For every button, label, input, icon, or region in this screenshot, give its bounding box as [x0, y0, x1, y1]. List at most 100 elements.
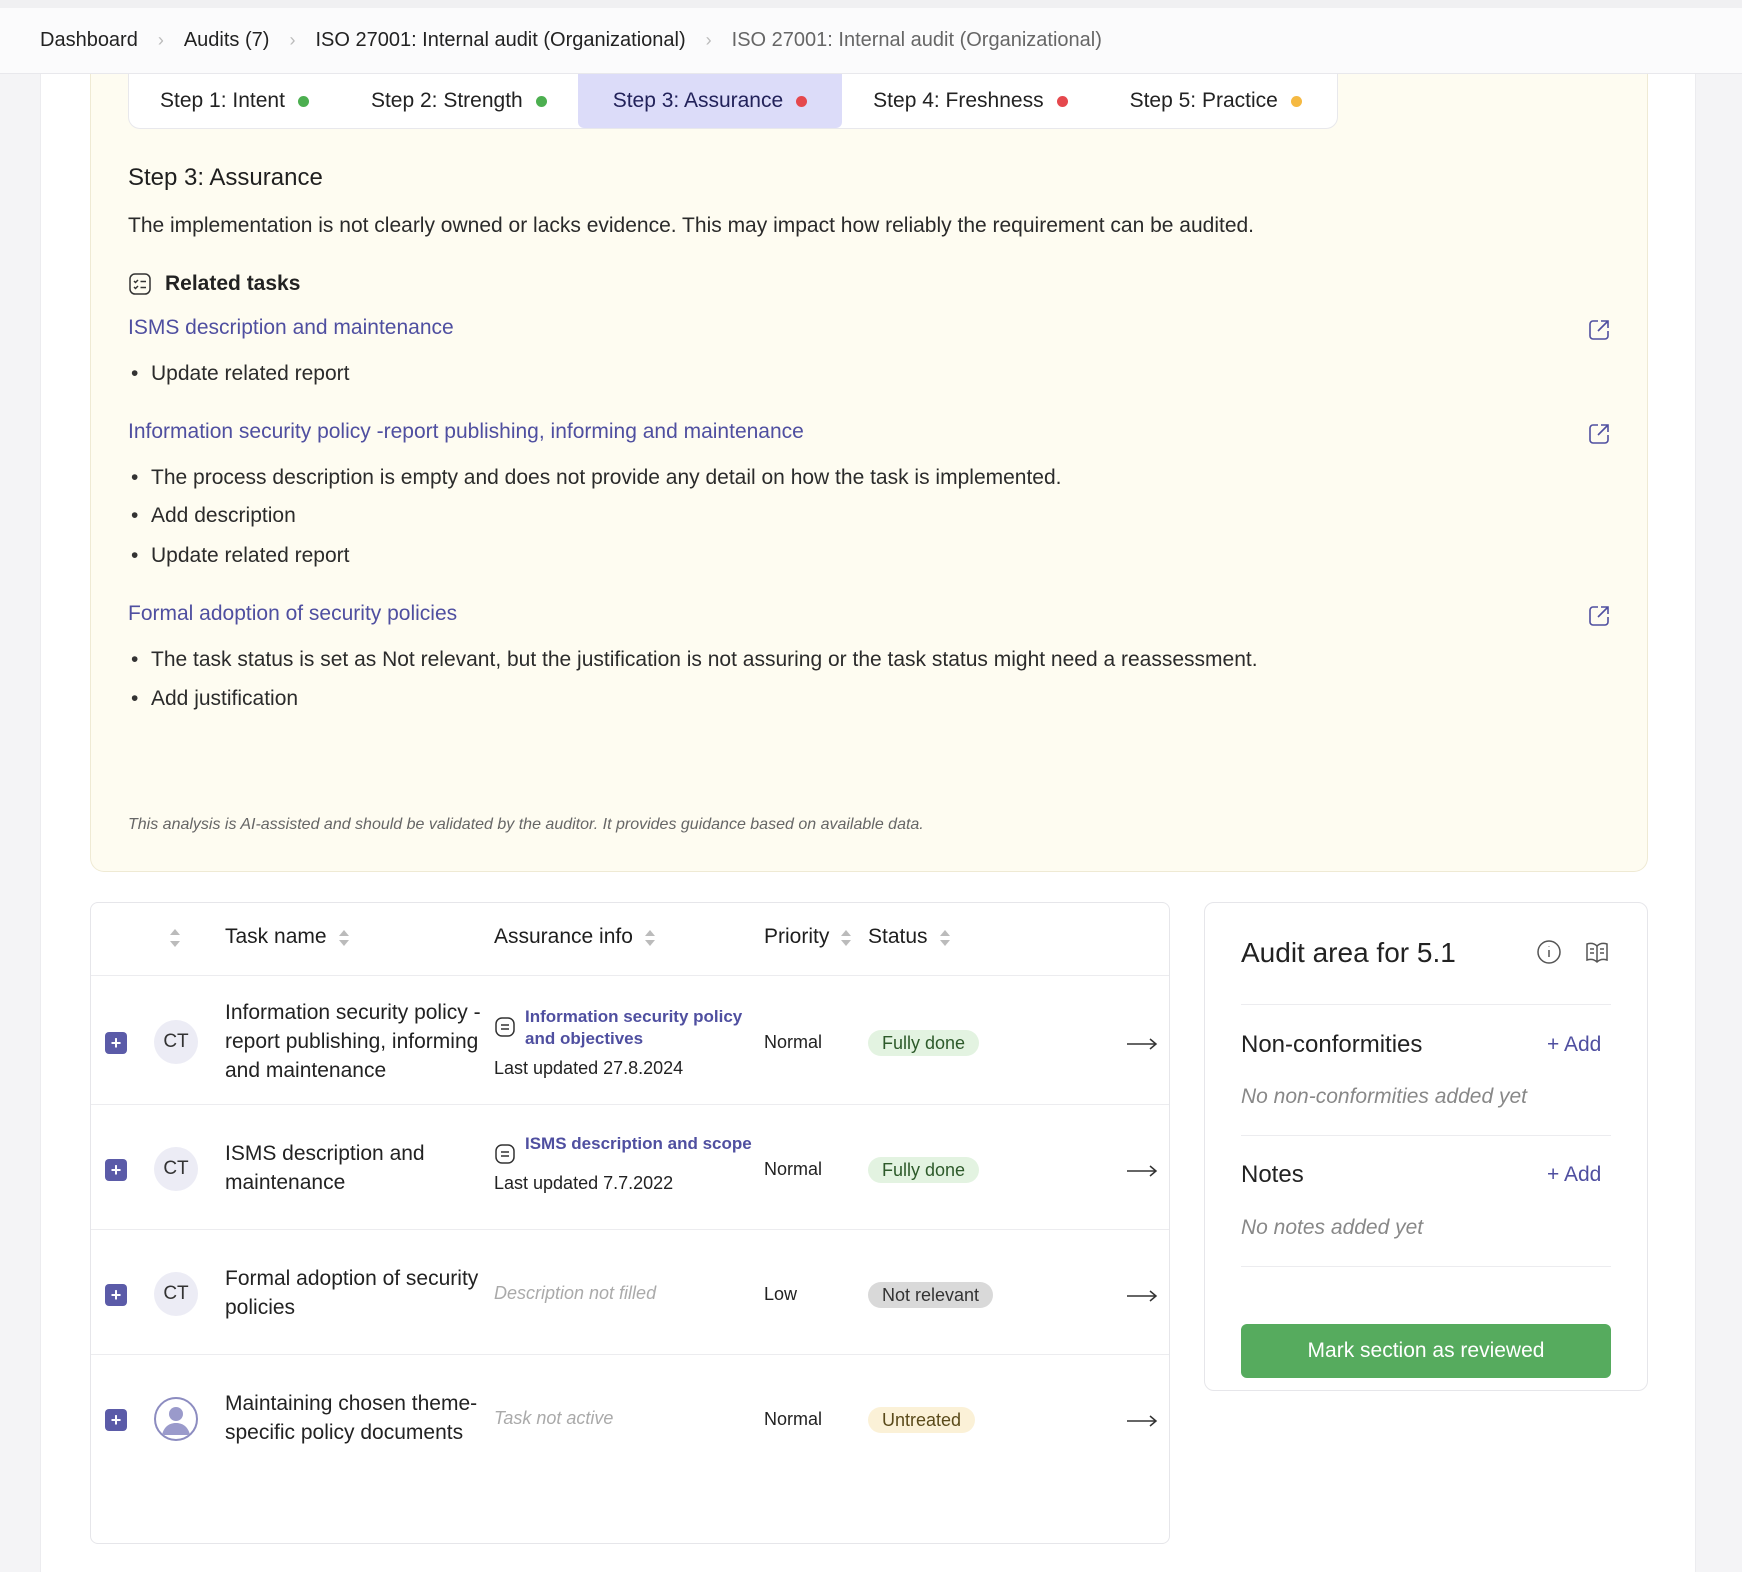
breadcrumb-audits[interactable]: Audits (7): [184, 29, 270, 52]
tab-label: Step 1: Intent: [160, 89, 285, 112]
expand-button[interactable]: +: [105, 1409, 127, 1431]
expand-button[interactable]: +: [105, 1284, 127, 1306]
task-name: ISMS description and maintenance: [225, 1142, 425, 1194]
header-label: Status: [868, 925, 928, 948]
audit-area-title: Audit area for 5.1: [1241, 937, 1456, 968]
tab-step-1[interactable]: Step 1: Intent: [129, 74, 340, 128]
info-icon[interactable]: [1536, 939, 1562, 965]
external-link-icon[interactable]: [1587, 318, 1611, 342]
task-finding: Update related report: [137, 362, 349, 386]
add-note-button[interactable]: + Add: [1547, 1163, 1601, 1187]
priority: Low: [764, 1284, 798, 1304]
analysis-panel: Step 1: Intent Step 2: Strength Step 3: …: [90, 74, 1648, 872]
status-dot: [1056, 95, 1068, 107]
tab-step-3[interactable]: Step 3: Assurance: [577, 74, 843, 128]
status-dot: [535, 95, 547, 107]
priority: Normal: [764, 1032, 823, 1052]
avatar: CT: [154, 1272, 198, 1316]
status-dot: [1290, 95, 1302, 107]
tab-step-5[interactable]: Step 5: Practice: [1099, 74, 1333, 128]
header-label: Task name: [225, 925, 327, 948]
document-link[interactable]: ISMS description and scope: [525, 1133, 752, 1155]
task-name: Information security policy -report publ…: [225, 1001, 481, 1082]
related-tasks-label: Related tasks: [165, 272, 301, 295]
checklist-icon: [129, 273, 151, 295]
task-name: Formal adoption of security policies: [225, 1267, 479, 1319]
sort-icon: [338, 930, 349, 946]
chevron-right-icon: ›: [705, 30, 712, 50]
ai-disclaimer: This analysis is AI-assisted and should …: [128, 816, 924, 833]
divider: [91, 1104, 1169, 1105]
header-task-name[interactable]: Task name: [225, 925, 351, 949]
assurance-empty: Description not filled: [494, 1283, 657, 1303]
related-task-link[interactable]: ISMS description and maintenance: [128, 316, 454, 340]
related-tasks-heading: Related tasks: [128, 272, 300, 296]
document-icon: [495, 1017, 515, 1037]
step-tabs: Step 1: Intent Step 2: Strength Step 3: …: [128, 74, 1338, 129]
divider: [1241, 1266, 1611, 1267]
related-task-link[interactable]: Formal adoption of security policies: [128, 602, 457, 626]
header-assurance-info[interactable]: Assurance info: [494, 925, 657, 949]
tab-label: Step 4: Freshness: [873, 89, 1044, 112]
breadcrumb-dashboard[interactable]: Dashboard: [40, 29, 138, 52]
notes-heading: Notes: [1241, 1161, 1304, 1188]
tab-label: Step 5: Practice: [1129, 89, 1278, 112]
task-finding: Add description: [137, 504, 296, 528]
divider: [1241, 1135, 1611, 1136]
notes-empty: No notes added yet: [1241, 1216, 1424, 1239]
arrow-right-icon[interactable]: [1126, 1289, 1158, 1303]
breadcrumb: Dashboard › Audits (7) › ISO 27001: Inte…: [0, 0, 1742, 74]
breadcrumb-audit[interactable]: ISO 27001: Internal audit (Organizationa…: [315, 29, 685, 52]
analysis-title: Step 3: Assurance: [128, 164, 323, 191]
external-link-icon[interactable]: [1587, 422, 1611, 446]
chevron-right-icon: ›: [157, 30, 164, 50]
assurance-empty: Task not active: [494, 1408, 614, 1428]
tasks-table: Task name Assurance info Priority Status…: [90, 902, 1170, 1544]
analysis-description: The implementation is not clearly owned …: [128, 214, 1255, 237]
tab-label: Step 2: Strength: [370, 89, 523, 112]
header-status[interactable]: Status: [868, 925, 952, 949]
last-updated: Last updated 27.8.2024: [494, 1058, 684, 1078]
status-badge: Not relevant: [868, 1282, 994, 1308]
divider: [1241, 1004, 1611, 1005]
priority: Normal: [764, 1159, 823, 1179]
sort-icon: [939, 930, 950, 946]
avatar: [154, 1397, 198, 1441]
task-finding: Add justification: [137, 687, 298, 711]
status-dot: [796, 95, 808, 107]
breadcrumb-current: ISO 27001: Internal audit (Organizationa…: [731, 29, 1102, 51]
status-badge: Fully done: [868, 1030, 980, 1056]
expand-button[interactable]: +: [105, 1032, 127, 1054]
main-content: Step 1: Intent Step 2: Strength Step 3: …: [40, 74, 1696, 1572]
avatar: CT: [154, 1147, 198, 1191]
arrow-right-icon[interactable]: [1126, 1164, 1158, 1178]
sort-icon: [841, 930, 852, 946]
expand-button[interactable]: +: [105, 1159, 127, 1181]
document-icon: [495, 1144, 515, 1164]
sort-icon[interactable]: [168, 927, 182, 949]
task-finding: The task status is set as Not relevant, …: [137, 648, 1258, 672]
header-priority[interactable]: Priority: [764, 925, 853, 949]
tab-step-4[interactable]: Step 4: Freshness: [842, 74, 1098, 128]
status-dot: [297, 95, 309, 107]
audit-area-panel: Audit area for 5.1 Non-conformities + Ad…: [1204, 902, 1648, 1391]
tab-step-2[interactable]: Step 2: Strength: [340, 74, 578, 128]
sort-icon: [644, 930, 655, 946]
arrow-right-icon[interactable]: [1126, 1037, 1158, 1051]
mark-reviewed-button[interactable]: Mark section as reviewed: [1241, 1324, 1611, 1378]
arrow-right-icon[interactable]: [1126, 1414, 1158, 1428]
add-nonconformity-button[interactable]: + Add: [1547, 1033, 1601, 1057]
header-label: Assurance info: [494, 925, 633, 948]
divider: [91, 1354, 1169, 1355]
task-finding: The process description is empty and doe…: [137, 466, 1062, 490]
related-task-link[interactable]: Information security policy -report publ…: [128, 420, 804, 444]
tab-label: Step 3: Assurance: [612, 89, 784, 112]
task-name: Maintaining chosen theme-specific policy…: [225, 1392, 478, 1444]
status-badge: Untreated: [868, 1407, 976, 1433]
user-icon: [162, 1407, 190, 1435]
document-link[interactable]: Information security policy and objectiv…: [525, 1006, 754, 1050]
book-icon[interactable]: [1584, 939, 1610, 965]
external-link-icon[interactable]: [1587, 604, 1611, 628]
priority: Normal: [764, 1409, 823, 1429]
divider: [91, 1229, 1169, 1230]
